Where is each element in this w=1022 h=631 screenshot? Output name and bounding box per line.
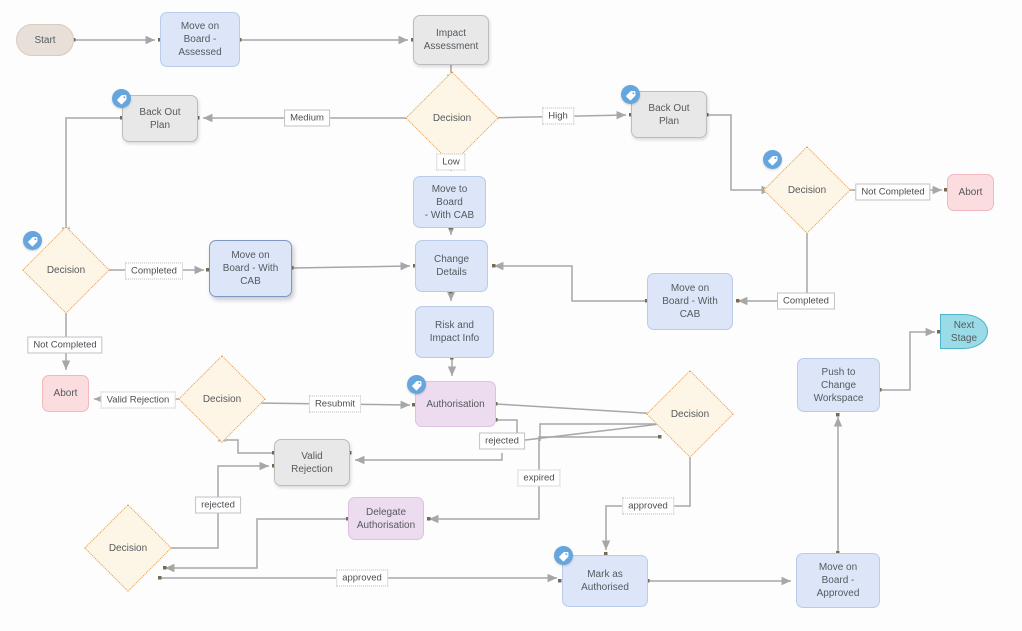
node-move-to-cab[interactable]: Move to Board - With CAB (413, 176, 486, 228)
node-delegate-auth[interactable]: Delegate Authorisation (348, 497, 424, 540)
decision-dec-resub[interactable]: Decision (178, 355, 266, 443)
node-move-cab-left[interactable]: Move on Board - With CAB (209, 240, 292, 297)
node-label: Push to Change Workspace (813, 366, 864, 404)
node-impact[interactable]: Impact Assessment (413, 15, 489, 65)
decision-label: Decision (108, 542, 148, 554)
edge-label-lbl-not-compl-rt: Not Completed (855, 183, 931, 201)
node-label: Authorisation (426, 398, 485, 410)
decision-label: Decision (787, 184, 827, 196)
tag-icon-badge-mark-auth[interactable] (554, 546, 573, 565)
decision-dec-risk[interactable]: Decision (405, 71, 499, 165)
node-abort-right[interactable]: Abort (947, 174, 994, 211)
edge-label-lbl-rejected-bot: rejected (195, 496, 241, 514)
decision-label: Decision (670, 408, 710, 420)
node-label: Risk and Impact Info (429, 320, 480, 344)
badge-dec-left[interactable] (23, 231, 42, 250)
node-label: Abort (53, 388, 78, 399)
tag-icon-badge-backout-2[interactable] (621, 85, 640, 104)
node-move-assessed[interactable]: Move on Board - Assessed (160, 12, 240, 67)
node-change-det[interactable]: Change Details (415, 240, 488, 292)
decision-dec-bottom[interactable]: Decision (84, 504, 172, 592)
node-mark-auth[interactable]: Mark as Authorised (562, 555, 648, 607)
node-push-change[interactable]: Push to Change Workspace (797, 358, 880, 412)
badge-dec-right[interactable] (763, 150, 782, 169)
edge-label-lbl-rejected-top: rejected (479, 432, 525, 450)
edge-label-lbl-approved-bot: approved (336, 569, 388, 587)
node-label: Move on Board - With CAB (222, 250, 279, 287)
decision-label: Decision (202, 393, 242, 405)
node-label: Abort (958, 187, 983, 198)
node-label: Move to Board - With CAB (424, 183, 475, 221)
node-label: Move on Board - Approved (816, 562, 860, 599)
decision-label: Decision (46, 264, 86, 276)
edge-label-lbl-high: High (542, 107, 574, 125)
node-valid-reject[interactable]: Valid Rejection (274, 439, 350, 486)
edge-label-lbl-not-compl-lf: Not Completed (27, 336, 103, 354)
node-start[interactable]: Start (16, 24, 74, 56)
node-label: Change Details (433, 254, 470, 278)
edge-label-lbl-completed-rt: Completed (777, 292, 835, 310)
decision-dec-auth[interactable]: Decision (646, 370, 734, 458)
node-label: Impact Assessment (423, 28, 479, 52)
edge-label-lbl-valid-reject: Valid Rejection (100, 391, 176, 409)
edge-label-lbl-resubmit: Resubmit (308, 395, 362, 413)
decision-dec-left[interactable]: Decision (22, 226, 110, 314)
node-label: Mark as Authorised (581, 569, 629, 593)
edge-label-lbl-low: Low (436, 153, 466, 171)
node-backout-2[interactable]: Back Out Plan (631, 91, 707, 138)
tag-icon-badge-backout-1[interactable] (112, 89, 131, 108)
node-backout-1[interactable]: Back Out Plan (122, 95, 198, 142)
node-risk-impact[interactable]: Risk and Impact Info (415, 306, 494, 358)
edge-label-lbl-medium: Medium (284, 109, 330, 127)
node-label: Back Out Plan (648, 102, 690, 127)
node-authorisation[interactable]: Authorisation (415, 381, 496, 427)
node-label: Move on Board - With CAB (662, 283, 718, 320)
node-abort-left[interactable]: Abort (42, 375, 89, 412)
node-next-stage[interactable]: Next Stage (940, 314, 988, 349)
decision-label: Decision (432, 112, 472, 124)
node-label: Next Stage (950, 319, 978, 344)
node-label: Delegate Authorisation (356, 506, 416, 531)
node-move-approved[interactable]: Move on Board - Approved (796, 553, 880, 608)
tag-icon-badge-authorisation[interactable] (407, 375, 426, 394)
edge-label-lbl-completed-lf: Completed (125, 262, 183, 280)
decision-dec-right[interactable]: Decision (763, 146, 851, 234)
node-label: Valid Rejection (291, 450, 333, 475)
edge-label-lbl-expired: expired (517, 469, 561, 487)
node-move-cab-rt[interactable]: Move on Board - With CAB (647, 273, 733, 330)
node-label: Move on Board - Assessed (178, 21, 222, 58)
edge-label-lbl-approved-rt: approved (622, 497, 674, 515)
node-label: Start (34, 34, 56, 46)
node-label: Back Out Plan (139, 106, 181, 131)
diagram-canvas[interactable]: Start Move on Board - Assessed Impact Asse… (0, 0, 1022, 631)
